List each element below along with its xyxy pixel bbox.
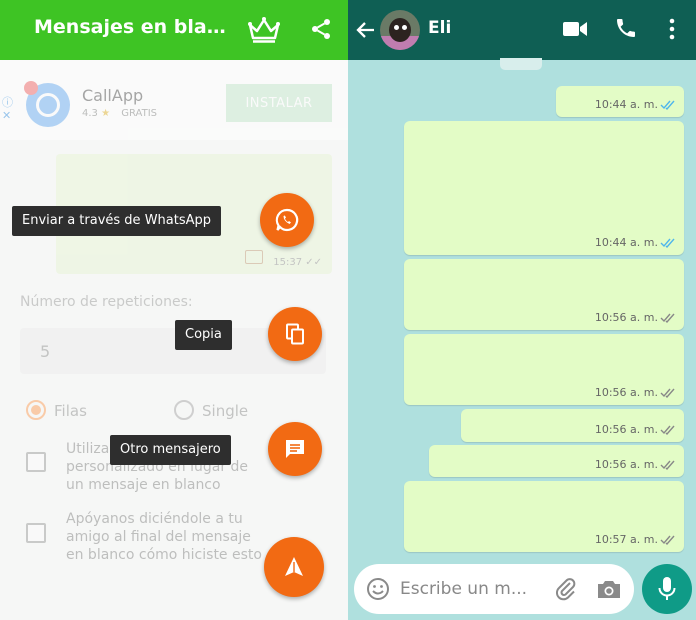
send-button[interactable] bbox=[264, 537, 324, 597]
crown-icon[interactable] bbox=[247, 16, 281, 44]
ad-price: GRATIS bbox=[121, 108, 158, 119]
ad-rating: 4.3 ★ GRATIS bbox=[82, 108, 157, 119]
tooltip-other-messenger: Otro mensajero bbox=[110, 435, 231, 465]
whatsapp-chat: Eli 10:44 a. m. 10:44 a. m. 10:56 a. m. … bbox=[348, 0, 696, 620]
message-time: 10:56 a. m. bbox=[594, 423, 658, 436]
double-check-icon bbox=[660, 238, 675, 248]
share-icon[interactable] bbox=[309, 17, 333, 41]
message-bubble[interactable]: 10:57 a. m. bbox=[404, 481, 684, 552]
video-call-icon[interactable] bbox=[562, 19, 588, 39]
repetitions-label: Número de repeticiones: bbox=[20, 294, 193, 310]
whatsapp-icon bbox=[275, 208, 299, 232]
message-time: 10:57 a. m. bbox=[594, 533, 658, 546]
message-bubble[interactable]: 10:56 a. m. bbox=[461, 409, 684, 442]
double-check-icon bbox=[660, 388, 675, 398]
app-toolbar: Mensajes en blanco bbox=[0, 0, 348, 60]
chat-icon bbox=[286, 440, 304, 458]
message-time: 10:56 a. m. bbox=[594, 458, 658, 471]
compose-bar bbox=[354, 564, 634, 614]
app-title: Mensajes en blanco bbox=[34, 16, 234, 38]
message-time: 10:56 a. m. bbox=[594, 386, 658, 399]
double-check-icon bbox=[660, 460, 675, 470]
install-button[interactable]: INSTALAR bbox=[226, 84, 332, 122]
double-check-icon bbox=[660, 313, 675, 323]
copy-button[interactable] bbox=[268, 307, 322, 361]
support-label: Apóyanos diciéndole a tu amigo al final … bbox=[66, 511, 262, 563]
ad-banner[interactable]: ⓘ ✕ CallApp 4.3 ★ GRATIS INSTALAR bbox=[0, 60, 348, 140]
emoji-icon[interactable] bbox=[366, 577, 390, 601]
message-time: 10:44 a. m. bbox=[594, 98, 658, 111]
radio-rows-label: Filas bbox=[54, 402, 87, 420]
tooltip-copy: Copia bbox=[175, 320, 232, 350]
send-whatsapp-button[interactable] bbox=[260, 193, 314, 247]
star-icon: ★ bbox=[101, 108, 111, 119]
more-vert-icon[interactable] bbox=[666, 16, 678, 42]
contact-avatar[interactable] bbox=[380, 10, 420, 50]
blank-messages-app: Mensajes en blanco ⓘ ✕ CallApp 4.3 ★ GRA… bbox=[0, 0, 348, 620]
message-bubble[interactable]: 10:44 a. m. bbox=[404, 121, 684, 255]
copy-icon bbox=[286, 323, 304, 345]
sticker-icon bbox=[245, 250, 263, 264]
radio-rows[interactable] bbox=[26, 400, 46, 420]
message-input[interactable] bbox=[400, 564, 550, 614]
message-time: 10:56 a. m. bbox=[594, 311, 658, 324]
double-check-icon bbox=[660, 535, 675, 545]
radio-single[interactable] bbox=[174, 400, 194, 420]
double-check-icon bbox=[660, 425, 675, 435]
custom-message-checkbox[interactable] bbox=[26, 452, 46, 472]
message-bubble[interactable]: 10:56 a. m. bbox=[404, 334, 684, 405]
double-check-icon bbox=[660, 100, 675, 110]
callapp-logo bbox=[24, 81, 70, 127]
mic-icon bbox=[658, 577, 676, 600]
tooltip-whatsapp: Enviar a través de WhatsApp bbox=[12, 206, 222, 236]
other-messenger-button[interactable] bbox=[268, 422, 322, 476]
date-chip bbox=[500, 58, 542, 70]
mic-button[interactable] bbox=[642, 564, 692, 614]
navigation-icon bbox=[285, 557, 303, 576]
message-time: 10:44 a. m. bbox=[594, 236, 658, 249]
phone-icon[interactable] bbox=[614, 16, 638, 40]
ad-app-name: CallApp bbox=[82, 86, 144, 105]
back-arrow-icon[interactable] bbox=[354, 18, 378, 42]
contact-name[interactable]: Eli bbox=[428, 18, 451, 38]
support-checkbox[interactable] bbox=[26, 523, 46, 543]
camera-icon[interactable] bbox=[596, 578, 622, 600]
message-bubble[interactable]: 10:56 a. m. bbox=[429, 445, 684, 477]
chat-header: Eli bbox=[348, 0, 696, 60]
attach-icon[interactable] bbox=[554, 577, 578, 601]
message-bubble[interactable]: 10:44 a. m. bbox=[556, 86, 684, 117]
preview-time: 15:37 ✓✓ bbox=[273, 257, 322, 268]
ad-info-icon[interactable]: ⓘ ✕ bbox=[2, 96, 13, 122]
radio-single-label: Single bbox=[202, 402, 249, 420]
message-bubble[interactable]: 10:56 a. m. bbox=[404, 259, 684, 330]
ad-rating-value: 4.3 bbox=[82, 108, 98, 119]
